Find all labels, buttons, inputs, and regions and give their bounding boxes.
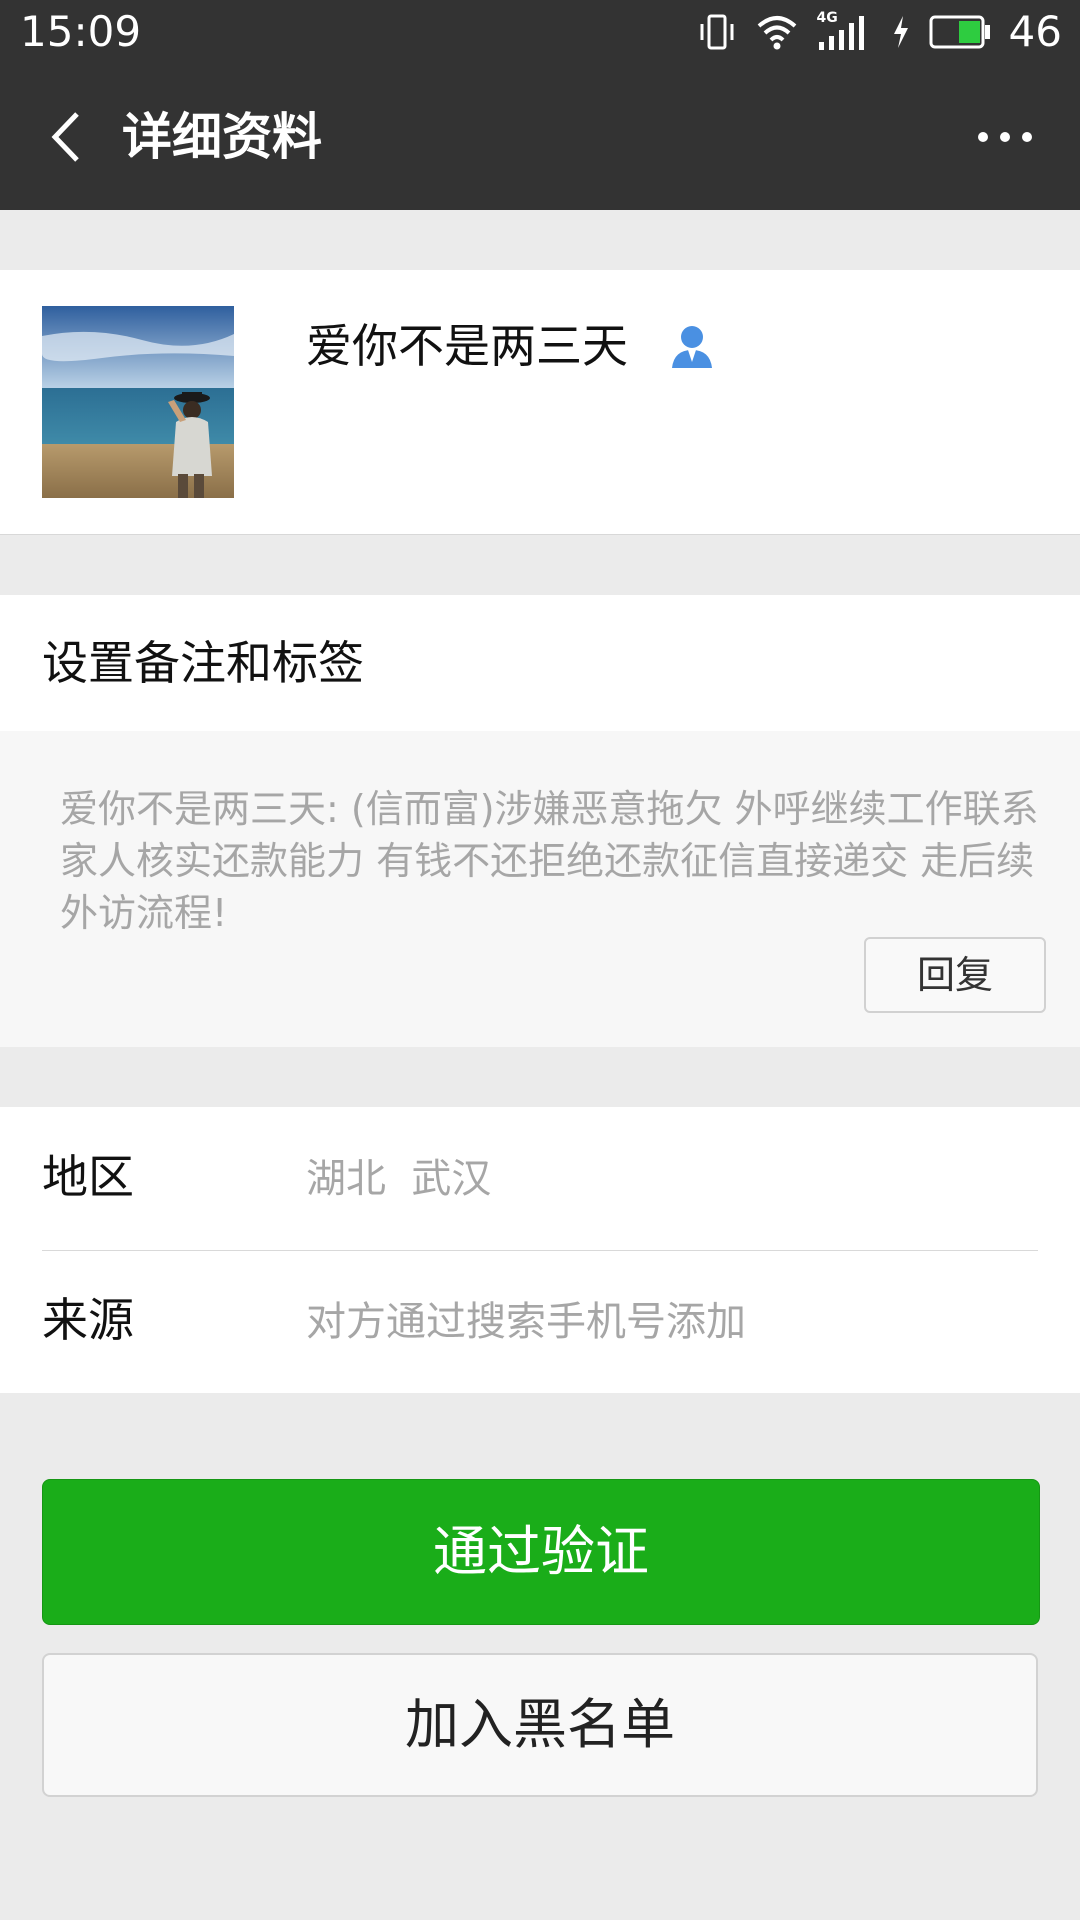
remark-and-tag-row[interactable]: 设置备注和标签 xyxy=(0,595,1080,731)
chevron-left-icon xyxy=(51,112,79,162)
battery-icon xyxy=(929,15,990,49)
charging-icon xyxy=(893,16,908,48)
avatar[interactable] xyxy=(42,306,234,498)
contact-person-icon xyxy=(672,326,712,368)
nickname: 爱你不是两三天 xyxy=(306,319,628,373)
header-bar: 详细资料 xyxy=(0,64,1080,210)
more-button[interactable] xyxy=(970,107,1040,167)
verification-message: 爱你不是两三天: (信而富)涉嫌恶意拖欠 外呼继续工作联系家人核实还款能力 有钱… xyxy=(0,731,1080,1047)
status-icons: 4G 46 xyxy=(697,8,1062,56)
info-group: 地区 湖北 武汉 来源 对方通过搜索手机号添加 xyxy=(0,1107,1080,1393)
message-text: 爱你不是两三天: (信而富)涉嫌恶意拖欠 外呼继续工作联系家人核实还款能力 有钱… xyxy=(60,787,1039,935)
back-button[interactable] xyxy=(36,107,96,167)
vibrate-icon xyxy=(700,14,734,50)
remark-label: 设置备注和标签 xyxy=(42,636,364,690)
status-bar: 15:09 4G 46 xyxy=(0,0,1080,64)
profile-card: 爱你不是两三天 xyxy=(0,270,1080,535)
more-dots-icon xyxy=(978,132,1032,142)
reply-button[interactable]: 回复 xyxy=(864,937,1046,1013)
wifi-icon xyxy=(757,16,796,50)
region-label: 地区 xyxy=(42,1150,134,1204)
add-to-blacklist-button[interactable]: 加入黑名单 xyxy=(42,1653,1038,1797)
page-title: 详细资料 xyxy=(122,108,322,166)
source-label: 来源 xyxy=(42,1293,134,1347)
source-value: 对方通过搜索手机号添加 xyxy=(306,1299,746,1345)
region-row: 地区 湖北 武汉 xyxy=(0,1107,1080,1250)
status-time: 15:09 xyxy=(20,7,142,56)
verify-button[interactable]: 通过验证 xyxy=(42,1479,1040,1625)
signal-icon: 4G xyxy=(817,10,873,52)
source-row: 来源 对方通过搜索手机号添加 xyxy=(0,1250,1080,1393)
region-value: 湖北 武汉 xyxy=(306,1156,492,1202)
battery-level: 46 xyxy=(1008,7,1062,56)
beach-photo-avatar xyxy=(42,306,234,498)
